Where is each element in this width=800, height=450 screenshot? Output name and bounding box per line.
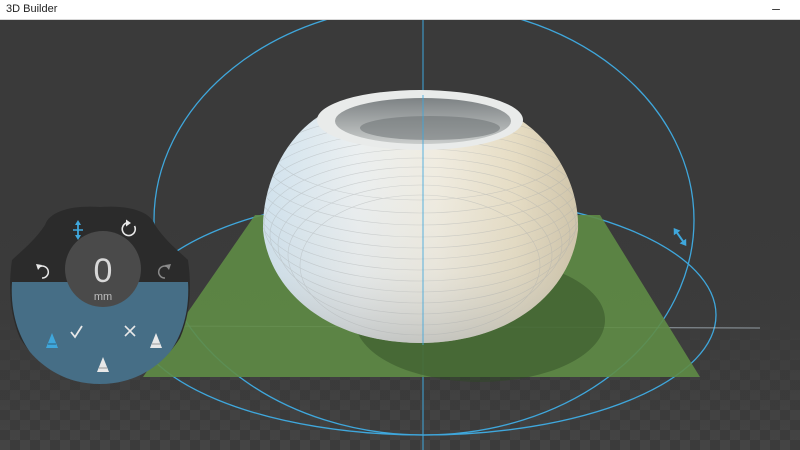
scene-canvas[interactable]: 0 mm bbox=[0, 20, 800, 450]
3d-viewport[interactable]: 0 mm bbox=[0, 20, 800, 450]
title-bar: 3D Builder – bbox=[0, 0, 800, 20]
dial-value: 0 bbox=[94, 252, 113, 290]
minimize-button[interactable]: – bbox=[766, 1, 786, 18]
window-title: 3D Builder bbox=[6, 3, 58, 15]
dial-unit: mm bbox=[94, 291, 112, 303]
